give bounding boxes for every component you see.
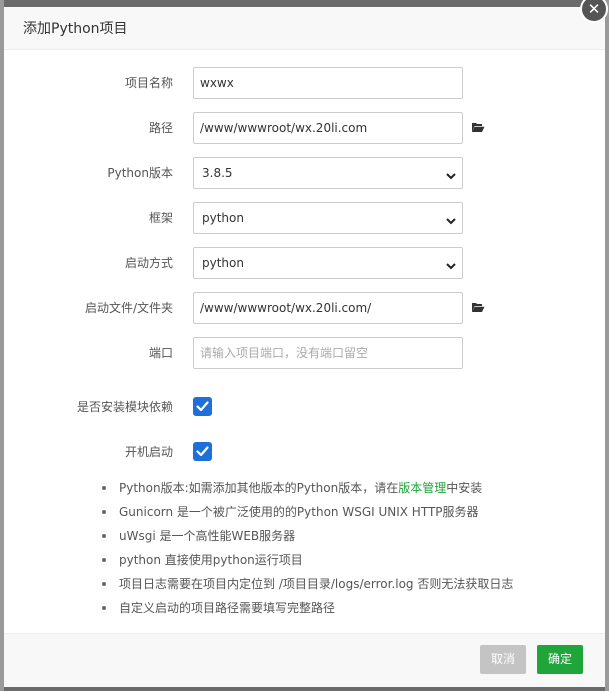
confirm-button[interactable]: 确定 bbox=[537, 645, 584, 674]
row-project-name: 项目名称 bbox=[4, 67, 605, 99]
startup-method-value: python bbox=[202, 256, 244, 270]
note-text: 自定义启动的项目路径需要填写完整路径 bbox=[119, 601, 336, 615]
bullet-icon bbox=[102, 486, 106, 490]
project-name-input[interactable] bbox=[193, 67, 463, 99]
bullet-icon bbox=[102, 606, 106, 610]
bullet-icon bbox=[102, 582, 106, 586]
cancel-button[interactable]: 取消 bbox=[480, 645, 527, 674]
row-port: 端口 bbox=[4, 337, 605, 369]
row-autostart: 开机启动 bbox=[4, 436, 605, 468]
note-item: 项目日志需要在项目内定位到 /项目目录/logs/error.log 否则无法获… bbox=[102, 572, 513, 596]
python-version-select[interactable]: 3.8.5 bbox=[193, 157, 463, 189]
note-text: python 直接使用python运行项目 bbox=[119, 553, 303, 567]
note-item: 自定义启动的项目路径需要填写完整路径 bbox=[102, 596, 513, 620]
autostart-checkbox[interactable] bbox=[193, 442, 212, 461]
dialog-footer: 取消 确定 bbox=[4, 633, 605, 687]
help-notes: Python版本:如需添加其他版本的Python版本，请在版本管理中安装 Gun… bbox=[102, 476, 513, 620]
add-python-project-dialog: 添加Python项目 ✕ 项目名称 路径 Python版本 3.8.5 框架 bbox=[4, 0, 608, 687]
python-version-label: Python版本 bbox=[107, 166, 173, 180]
bullet-icon bbox=[102, 510, 106, 514]
row-path: 路径 bbox=[4, 112, 605, 144]
framework-value: python bbox=[202, 211, 244, 225]
note-item: python 直接使用python运行项目 bbox=[102, 548, 513, 572]
port-label: 端口 bbox=[148, 346, 173, 360]
python-version-value: 3.8.5 bbox=[202, 166, 233, 180]
path-input[interactable] bbox=[193, 112, 463, 144]
autostart-label: 开机启动 bbox=[124, 445, 173, 459]
install-deps-label: 是否安装模块依赖 bbox=[76, 400, 173, 414]
startup-method-select[interactable]: python bbox=[193, 247, 463, 279]
port-input[interactable] bbox=[193, 337, 463, 369]
note-text: uWsgi 是一个高性能WEB服务器 bbox=[119, 529, 296, 543]
row-startup-method: 启动方式 python bbox=[4, 247, 605, 279]
note-text: 中安装 bbox=[446, 481, 483, 495]
note-item: uWsgi 是一个高性能WEB服务器 bbox=[102, 524, 513, 548]
folder-open-icon[interactable] bbox=[471, 301, 485, 316]
framework-label: 框架 bbox=[148, 211, 173, 225]
bullet-icon bbox=[102, 534, 106, 538]
chevron-down-icon bbox=[446, 169, 456, 183]
startup-file-input[interactable] bbox=[193, 292, 463, 324]
project-name-label: 项目名称 bbox=[124, 76, 173, 90]
path-label: 路径 bbox=[148, 121, 173, 135]
dialog-header: 添加Python项目 bbox=[4, 7, 605, 50]
bullet-icon bbox=[102, 558, 106, 562]
note-text: 项目日志需要在项目内定位到 /项目目录/logs/error.log 否则无法获… bbox=[119, 577, 514, 591]
folder-open-icon[interactable] bbox=[471, 121, 485, 136]
startup-method-label: 启动方式 bbox=[124, 256, 173, 270]
note-text: Python版本:如需添加其他版本的Python版本，请在 bbox=[119, 481, 399, 495]
row-python-version: Python版本 3.8.5 bbox=[4, 157, 605, 189]
backdrop-right bbox=[605, 0, 609, 691]
row-startup-file: 启动文件/文件夹 bbox=[4, 292, 605, 324]
version-management-link[interactable]: 版本管理 bbox=[398, 481, 446, 495]
framework-select[interactable]: python bbox=[193, 202, 463, 234]
chevron-down-icon bbox=[446, 259, 456, 273]
chevron-down-icon bbox=[446, 214, 456, 228]
note-item: Gunicorn 是一个被广泛使用的的Python WSGI UNIX HTTP… bbox=[102, 500, 513, 524]
note-text: Gunicorn 是一个被广泛使用的的Python WSGI UNIX HTTP… bbox=[119, 505, 479, 519]
row-framework: 框架 python bbox=[4, 202, 605, 234]
install-deps-checkbox[interactable] bbox=[193, 397, 212, 416]
startup-file-label: 启动文件/文件夹 bbox=[84, 301, 173, 315]
dialog-title: 添加Python项目 bbox=[23, 21, 128, 37]
note-item: Python版本:如需添加其他版本的Python版本，请在版本管理中安装 bbox=[102, 476, 513, 500]
row-install-deps: 是否安装模块依赖 bbox=[4, 391, 605, 423]
